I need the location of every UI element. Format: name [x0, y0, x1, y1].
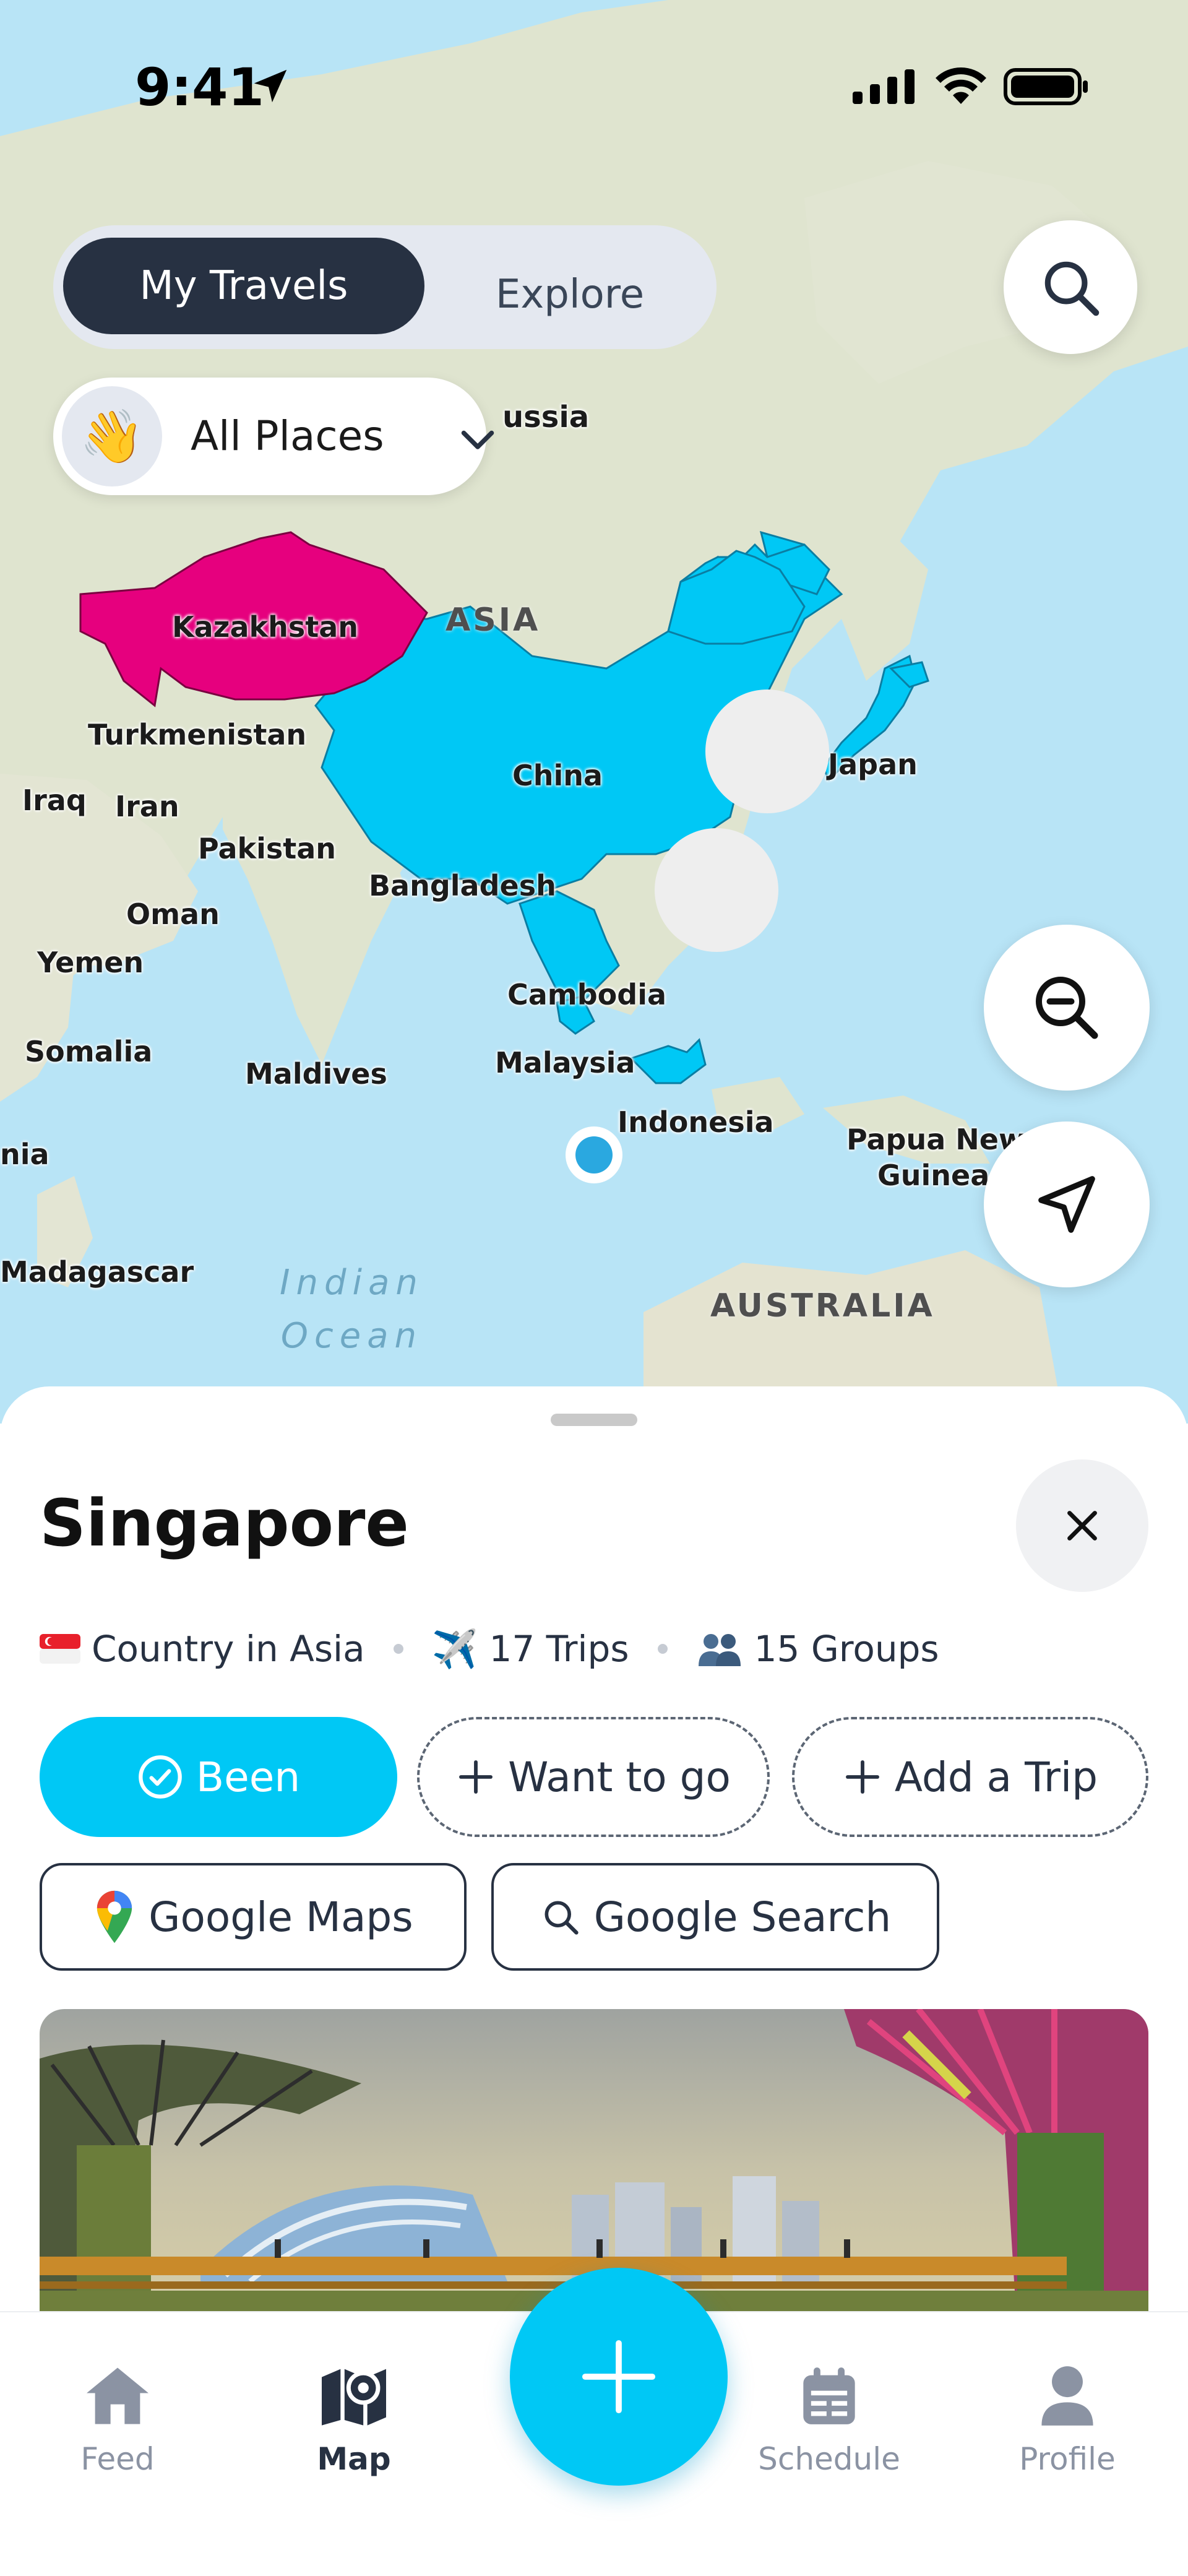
map-label-yemen: Yemen [37, 946, 144, 979]
location-arrow-icon [254, 69, 287, 103]
navigate-arrow-icon [1038, 1176, 1095, 1233]
plus-icon [582, 2340, 656, 2414]
current-location-dot [575, 1136, 613, 1173]
meta-trips-text: 17 Trips [489, 1628, 629, 1670]
calendar-icon [803, 2367, 855, 2424]
cluster-marker[interactable] [705, 689, 829, 813]
separator-dot [657, 1644, 668, 1654]
cluster-marker[interactable] [655, 828, 778, 952]
map-icon [322, 2369, 386, 2426]
search-icon [1044, 261, 1100, 316]
map-label-oman: Oman [126, 897, 220, 931]
map-label-pakistan: Pakistan [198, 832, 337, 865]
person-icon [1041, 2366, 1093, 2426]
home-icon [87, 2367, 148, 2424]
meta-country-text: Country in Asia [92, 1628, 365, 1670]
map-label-china: China [512, 759, 603, 792]
plus-icon [845, 1760, 879, 1794]
meta-trips[interactable]: ✈️ 17 Trips [432, 1627, 629, 1671]
search-button[interactable] [1004, 220, 1137, 354]
battery-icon [1004, 68, 1088, 105]
map-label-bangladesh: Bangladesh [369, 869, 556, 902]
meta-groups[interactable]: 15 Groups [696, 1628, 939, 1670]
meta-country: Country in Asia [40, 1628, 365, 1670]
map-label-cambodia: Cambodia [507, 978, 666, 1011]
tab-explore[interactable]: Explore [437, 246, 703, 343]
map-label-asia: ASIA [446, 602, 541, 639]
google-search-label: Google Search [593, 1893, 892, 1941]
places-filter-label: All Places [191, 412, 384, 460]
borneo-shape [629, 1038, 707, 1084]
tab-my-travels[interactable]: My Travels [63, 238, 424, 334]
map-label-kazakhstan: Kazakhstan [172, 610, 358, 644]
close-button[interactable] [1016, 1459, 1148, 1592]
search-icon [544, 1901, 579, 1935]
map-label-indonesia: Indonesia [618, 1105, 774, 1139]
google-search-button[interactable]: Google Search [491, 1863, 939, 1971]
tab-schedule[interactable]: Schedule [749, 2362, 910, 2477]
map-label-guinea: Guinea [877, 1159, 990, 1192]
map-label-malaysia: Malaysia [495, 1046, 635, 1079]
zoom-out-icon [1036, 977, 1098, 1039]
add-trip-label: Add a Trip [894, 1753, 1098, 1801]
tab-schedule-label: Schedule [758, 2441, 900, 2477]
recenter-button[interactable] [984, 1122, 1150, 1287]
tab-feed-label: Feed [80, 2441, 155, 2477]
zoom-out-button[interactable] [984, 925, 1150, 1091]
map-label-madagascar: Madagascar [0, 1255, 194, 1289]
map-label-australia: AUSTRALIA [710, 1287, 935, 1325]
map-label-indian-ocean: Indian Ocean [280, 1256, 424, 1363]
tab-profile-label: Profile [1019, 2441, 1116, 2477]
wifi-icon [936, 67, 986, 104]
map-label-somalia: Somalia [25, 1035, 153, 1068]
meta-groups-text: 15 Groups [754, 1628, 939, 1670]
places-filter-dropdown[interactable]: 👋 All Places [53, 378, 494, 495]
chevron-down-icon [461, 430, 494, 449]
map-label-turkmenistan: Turkmenistan [88, 718, 307, 751]
view-switcher: My Travels Explore [53, 225, 717, 349]
check-circle-icon [138, 1755, 182, 1799]
land-japan-korea [842, 532, 928, 681]
been-label: Been [196, 1753, 301, 1801]
map-label-russia: ussia [502, 400, 590, 434]
singapore-flag-icon [40, 1634, 80, 1664]
want-to-go-label: Want to go [508, 1753, 731, 1801]
map-label-papua-new: Papua New [846, 1123, 1025, 1156]
map-label-iran: Iran [115, 790, 179, 823]
tab-profile[interactable]: Profile [987, 2362, 1148, 2477]
map-label-nia: nia [0, 1138, 50, 1171]
cellular-signal-icon [853, 69, 915, 104]
status-bar: 9:41 [0, 0, 1188, 161]
waving-hand-icon: 👋 [62, 386, 162, 486]
map-label-maldives: Maldives [245, 1057, 387, 1091]
been-button[interactable]: Been [40, 1717, 397, 1837]
tab-map-label: Map [317, 2441, 391, 2477]
place-meta-row: Country in Asia ✈️ 17 Trips 15 Groups [40, 1624, 939, 1674]
map-label-ocean: Ocean [280, 1316, 423, 1356]
separator-dot [393, 1644, 403, 1654]
tab-feed[interactable]: Feed [37, 2362, 198, 2477]
google-maps-pin-icon [97, 1890, 132, 1943]
map-label-indian: Indian [280, 1263, 424, 1303]
tab-map[interactable]: Map [273, 2362, 434, 2477]
add-button[interactable] [510, 2268, 728, 2486]
map-label-japan: Japan [828, 748, 918, 781]
close-icon [1067, 1511, 1097, 1541]
add-trip-button[interactable]: Add a Trip [792, 1717, 1148, 1837]
want-to-go-button[interactable]: Want to go [417, 1717, 770, 1837]
airplane-icon: ✈️ [431, 1627, 478, 1671]
plus-icon [459, 1760, 493, 1794]
status-time: 9:41 [135, 57, 264, 118]
place-title: Singapore [40, 1485, 409, 1561]
google-maps-label: Google Maps [148, 1893, 413, 1941]
sheet-drag-handle[interactable] [551, 1414, 637, 1426]
google-maps-button[interactable]: Google Maps [40, 1863, 467, 1971]
people-icon [698, 1634, 741, 1666]
map-label-iraq: Iraq [22, 784, 87, 817]
